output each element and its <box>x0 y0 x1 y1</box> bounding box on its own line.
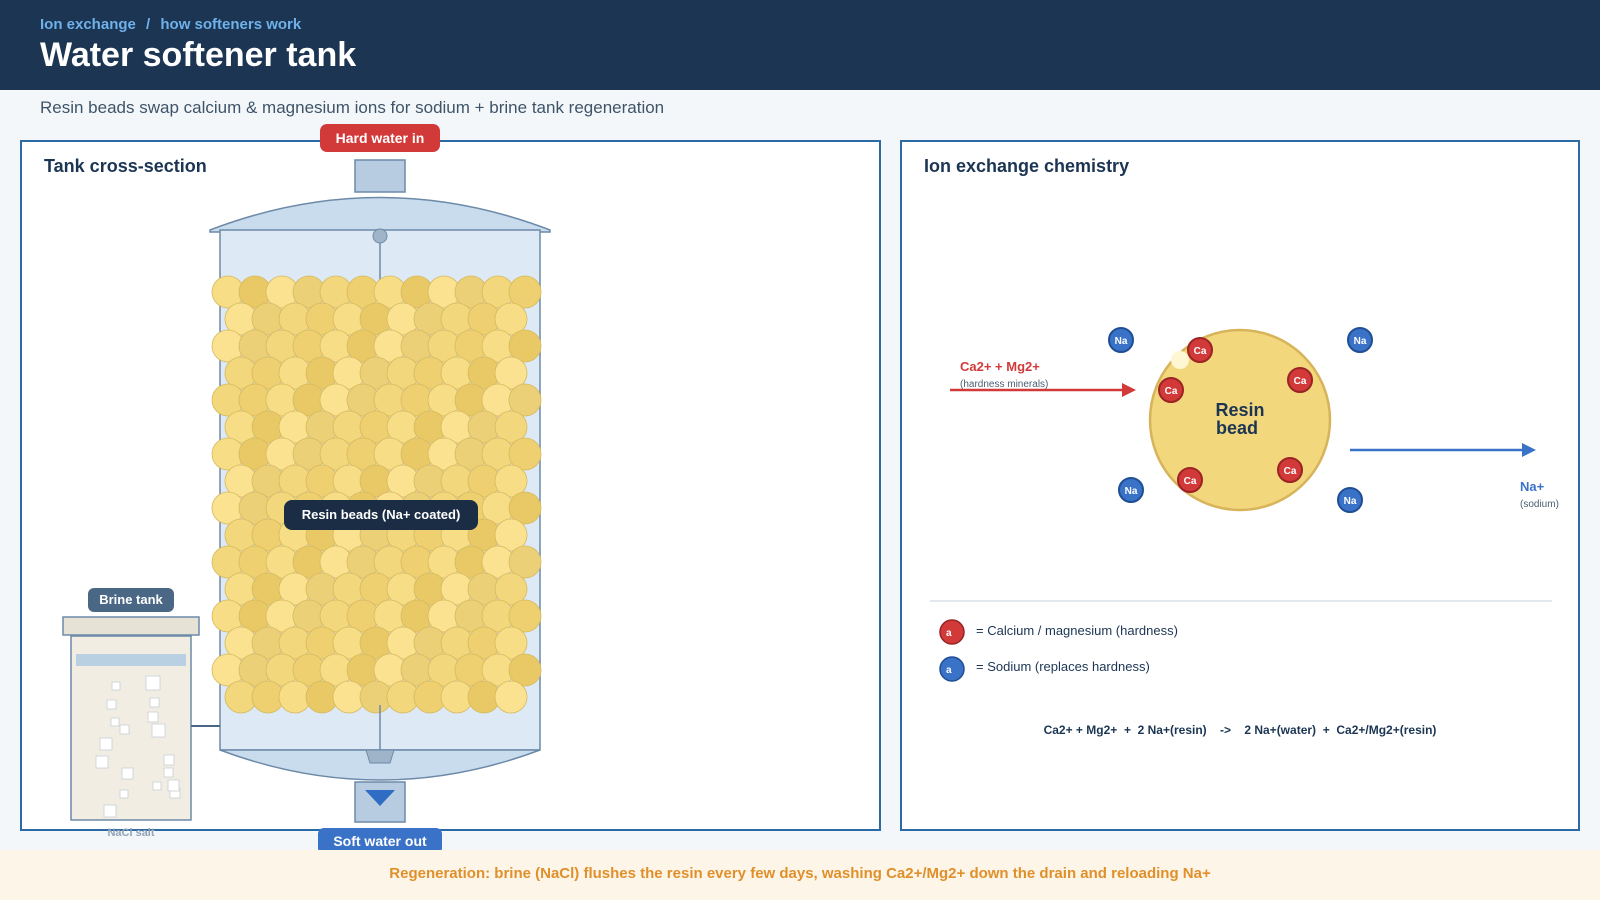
calcium-ion-label: Ca <box>1184 476 1197 487</box>
outgoing-sublabel: (sodium) <box>1520 499 1559 510</box>
legend-sodium-swatch <box>939 656 965 682</box>
calcium-ion-label: Ca <box>1194 346 1207 357</box>
resin-bead-label-2: bead <box>1216 418 1258 438</box>
outgoing-arrowhead <box>1522 443 1536 457</box>
bead-highlight <box>1171 351 1189 369</box>
sodium-ion-label: Na <box>1354 336 1367 347</box>
calcium-ion-label: Ca <box>1165 386 1178 397</box>
legend-sodium-text: = Sodium (replaces hardness) <box>976 659 1150 674</box>
legend-calcium-swatch <box>939 619 965 645</box>
incoming-arrowhead <box>1122 383 1136 397</box>
regeneration-note: Regeneration: brine (NaCl) flushes the r… <box>389 865 1211 882</box>
regeneration-footer: Regeneration: brine (NaCl) flushes the r… <box>0 850 1600 900</box>
incoming-sublabel: (hardness minerals) <box>960 379 1048 390</box>
sodium-ion-label: Na <box>1125 486 1138 497</box>
calcium-ion-label: Ca <box>1284 466 1297 477</box>
sodium-ion-label: Na <box>1115 336 1128 347</box>
legend-calcium-symbol: a <box>946 628 952 639</box>
resin-bead-label-1: Resin <box>1215 400 1264 420</box>
chemistry-diagram: Ca2+ + Mg2+ (hardness minerals) Resin be… <box>930 327 1559 737</box>
legend-sodium-symbol: a <box>946 665 952 676</box>
sodium-ion-label: Na <box>1344 496 1357 507</box>
legend-calcium-text: = Calcium / magnesium (hardness) <box>976 623 1178 638</box>
exchange-equation: Ca2+ + Mg2+ + 2 Na+(resin) -> 2 Na+(wate… <box>1044 723 1437 737</box>
outgoing-label: Na+ <box>1520 479 1545 494</box>
incoming-label: Ca2+ + Mg2+ <box>960 359 1040 374</box>
calcium-ion-label: Ca <box>1294 376 1307 387</box>
